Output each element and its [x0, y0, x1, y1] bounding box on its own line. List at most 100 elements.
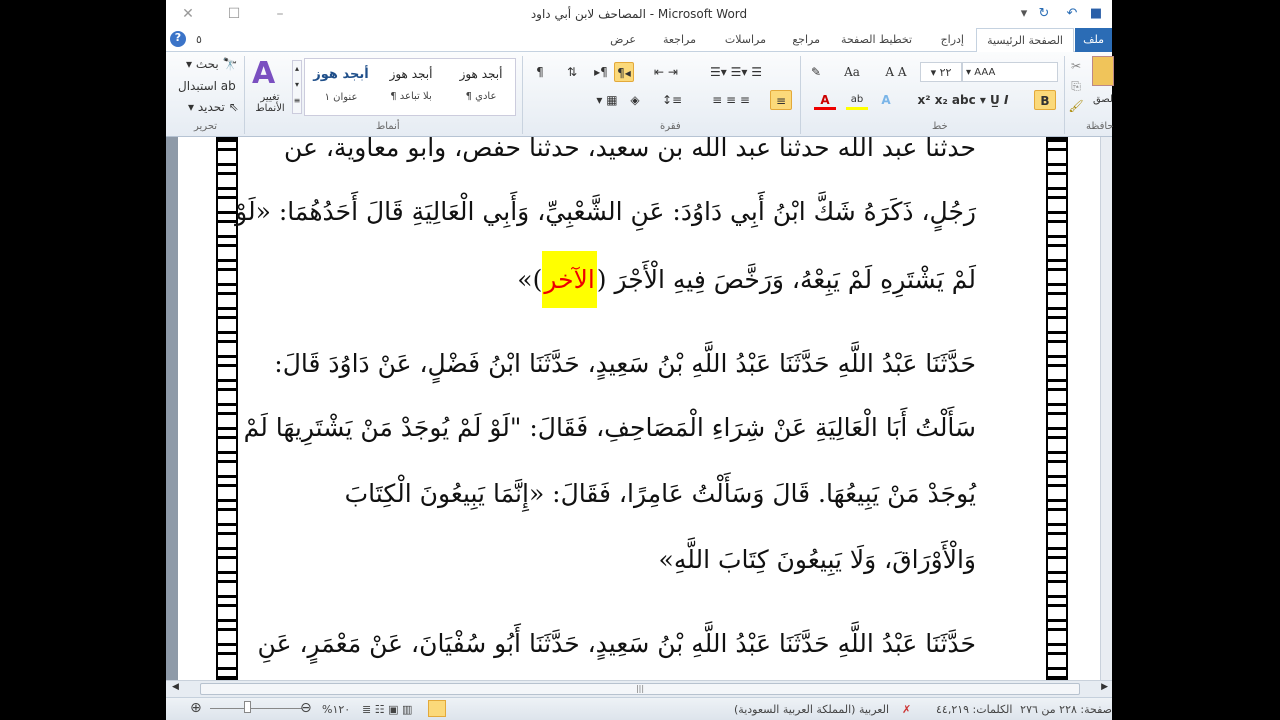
line-text: لَمْ يَشْتَرِهِ لَمْ يَبِعْهُ، وَرَخَّصَ…: [596, 265, 976, 294]
style-sample: أبجد هوز: [313, 67, 369, 82]
title-bar: ✕ ☐ – المصاحف لابن أبي داود - Microsoft …: [166, 0, 1112, 28]
rtl-icon[interactable]: ¶◂: [614, 62, 634, 82]
zoom-out-icon[interactable]: ⊖: [300, 700, 312, 716]
vertical-scrollbar[interactable]: [1100, 137, 1112, 680]
tab-mailings[interactable]: مراسلات: [725, 33, 766, 46]
clear-formatting-icon[interactable]: ✎: [806, 62, 826, 82]
style-name: عنوان ١: [324, 92, 358, 103]
copy-icon[interactable]: ⎘: [1068, 76, 1084, 96]
style-sample: أبجد هوز: [389, 67, 433, 81]
style-normal[interactable]: أبجد هوز ¶ عادي: [449, 59, 513, 102]
indent-icons[interactable]: ⇤ ⇥: [646, 62, 686, 82]
scroll-right-icon[interactable]: ▶: [1101, 682, 1108, 692]
line-end: )»: [517, 265, 543, 294]
style-no-spacing[interactable]: أبجد هوز ¶ بلا تباعد: [379, 59, 443, 102]
clipboard-group-label: حافظة: [1086, 121, 1114, 132]
minimize-ribbon[interactable]: ٥: [196, 33, 202, 46]
font-size-icons[interactable]: A A: [876, 62, 916, 82]
language-status[interactable]: العربية (المملكة العربية السعودية): [734, 703, 889, 716]
page-number[interactable]: صفحة: ٢٢٨ من ٢٧٦: [1020, 703, 1112, 716]
style-heading-1[interactable]: أبجد هوز عنوان ١: [309, 59, 373, 103]
line-spacing-icon[interactable]: ↕≡: [660, 90, 684, 110]
ltr-icon[interactable]: ▸¶: [592, 62, 610, 82]
proofing-icon[interactable]: ✗: [902, 703, 911, 716]
styles-scroll[interactable]: ▴ ▾ ≡: [292, 60, 302, 114]
style-name: ¶ عادي: [465, 91, 497, 102]
select-button[interactable]: ▾ تحديد ⇖: [188, 97, 239, 117]
ribbon-tabs: ? ٥ ملف الصفحة الرئيسية إدراج تخطيط الصف…: [166, 28, 1112, 53]
page-border-right: [1046, 137, 1068, 680]
text-line: وَالْأَوْرَاقَ، وَلَا يَبِيعُونَ كِتَابَ…: [658, 545, 976, 574]
tab-review[interactable]: مراجعة: [663, 33, 696, 46]
zoom-slider[interactable]: [210, 708, 302, 709]
help-icon[interactable]: ?: [170, 31, 186, 47]
find-label: بحث: [195, 57, 219, 71]
document-area: حدثنا عبد الله حدثنا عبد الله بن سعيد، ح…: [166, 137, 1112, 680]
show-marks-icon[interactable]: ¶: [532, 62, 548, 82]
zoom-in-icon[interactable]: ⊕: [190, 700, 202, 716]
change-case-icon[interactable]: Aa: [838, 62, 866, 82]
text-effects-icon[interactable]: A: [876, 90, 896, 110]
editing-group-label: تحرير: [194, 121, 218, 132]
font-format-icons[interactable]: x² x₂ abc ▾ U̲ I: [908, 90, 1018, 110]
bold-button[interactable]: B: [1034, 90, 1056, 110]
text-line: رَجُلٍ، ذَكَرَهُ شَكَّ ابْنُ أَبِي دَاوُ…: [235, 197, 976, 226]
change-styles-icon: A: [252, 56, 276, 91]
status-bar: ⊕ ⊖ %١٢٠ ≣ ☷ ▣ ▥ العربية (المملكة العربي…: [166, 697, 1112, 720]
borders-icon[interactable]: ▾ ▦: [592, 90, 622, 110]
shading-icon[interactable]: ◈: [626, 90, 644, 110]
paste-button[interactable]: لصق: [1092, 90, 1114, 110]
highlighted-word: الآخر: [542, 251, 597, 308]
save-icon[interactable]: ■: [1088, 6, 1104, 21]
replace-button[interactable]: استبدال ab: [178, 76, 236, 96]
tab-references[interactable]: مراجع: [792, 33, 820, 46]
text-line: سَأَلْتُ أَبَا الْعَالِيَةِ عَنْ شِرَاءِ…: [243, 413, 976, 442]
zoom-level[interactable]: %١٢٠: [322, 703, 350, 716]
view-buttons[interactable]: ≣ ☷ ▣ ▥: [362, 703, 412, 716]
tab-home[interactable]: الصفحة الرئيسية: [976, 28, 1074, 53]
font-group-label: خط: [932, 121, 948, 132]
font-color-icon[interactable]: A: [814, 90, 836, 110]
cut-icon[interactable]: ✂: [1068, 56, 1084, 76]
sort-icon[interactable]: ⇅: [562, 62, 582, 82]
font-size-select[interactable]: ٢٢ ▾: [920, 62, 962, 82]
style-sample: أبجد هوز: [459, 67, 503, 81]
paste-icon[interactable]: [1092, 56, 1114, 86]
scroll-thumb[interactable]: |||: [200, 683, 1080, 695]
undo-icon[interactable]: ↶: [1064, 6, 1080, 21]
document-page[interactable]: حدثنا عبد الله حدثنا عبد الله بن سعيد، ح…: [178, 137, 1100, 680]
style-name: ¶ بلا تباعد: [390, 91, 432, 102]
customize-qat-icon[interactable]: ▾: [1016, 6, 1032, 21]
find-button[interactable]: ▾ بحث 🔭: [186, 54, 237, 74]
scroll-left-icon[interactable]: ◀: [172, 682, 179, 692]
zoom-slider-thumb[interactable]: [244, 701, 251, 713]
ribbon: ▾ بحث 🔭 استبدال ab ▾ تحديد ⇖ تحرير A تغي…: [166, 52, 1114, 137]
format-painter-icon[interactable]: 🖌: [1068, 96, 1084, 116]
tab-insert[interactable]: إدراج: [941, 33, 964, 46]
tab-page-layout[interactable]: تخطيط الصفحة: [841, 33, 912, 46]
text-line: حدثنا عبد الله حدثنا عبد الله بن سعيد، ح…: [283, 137, 976, 162]
font-name-select[interactable]: ▾ AAA GoldenLotus: [962, 62, 1058, 82]
highlight-icon[interactable]: ab: [846, 90, 868, 110]
quick-styles-gallery: أبجد هوز ¶ عادي أبجد هوز ¶ بلا تباعد أبجد …: [304, 58, 516, 116]
print-layout-button[interactable]: [428, 700, 446, 717]
text-line: حَدَّثَنَا عَبْدُ اللَّهِ حَدَّثَنَا عَب…: [257, 629, 976, 658]
tab-view[interactable]: عرض: [610, 33, 636, 46]
font-size-value: ٢٢: [939, 66, 952, 79]
text-line: يُوجَدْ مَنْ يَبِيعُهَا. قَالَ وَسَأَلْت…: [344, 479, 976, 508]
list-icons[interactable]: ☰▾ ☰▾ ☰: [696, 62, 776, 82]
text-line: لَمْ يَشْتَرِهِ لَمْ يَبِعْهُ، وَرَخَّصَ…: [517, 251, 976, 308]
redo-icon[interactable]: ↻: [1036, 6, 1052, 21]
paragraph-group-label: فقرة: [660, 121, 681, 132]
tab-file[interactable]: ملف: [1075, 28, 1112, 52]
replace-label: استبدال: [178, 79, 217, 93]
text-line: حَدَّثَنَا عَبْدُ اللَّهِ حَدَّثَنَا عَب…: [274, 349, 976, 378]
styles-group-label: أنماط: [376, 121, 400, 132]
horizontal-scrollbar[interactable]: ◀ ||| ▶: [166, 680, 1112, 697]
word-window: ✕ ☐ – المصاحف لابن أبي داود - Microsoft …: [166, 0, 1114, 720]
align-icons[interactable]: ≡ ≡ ≡: [696, 90, 766, 110]
align-right-icon[interactable]: ≡: [770, 90, 792, 110]
change-styles-button[interactable]: تغيير الأنماط: [250, 92, 290, 114]
word-count[interactable]: الكلمات: ٤٤,٢١٩: [936, 703, 1012, 716]
window-title: المصاحف لابن أبي داود - Microsoft Word: [530, 7, 748, 21]
